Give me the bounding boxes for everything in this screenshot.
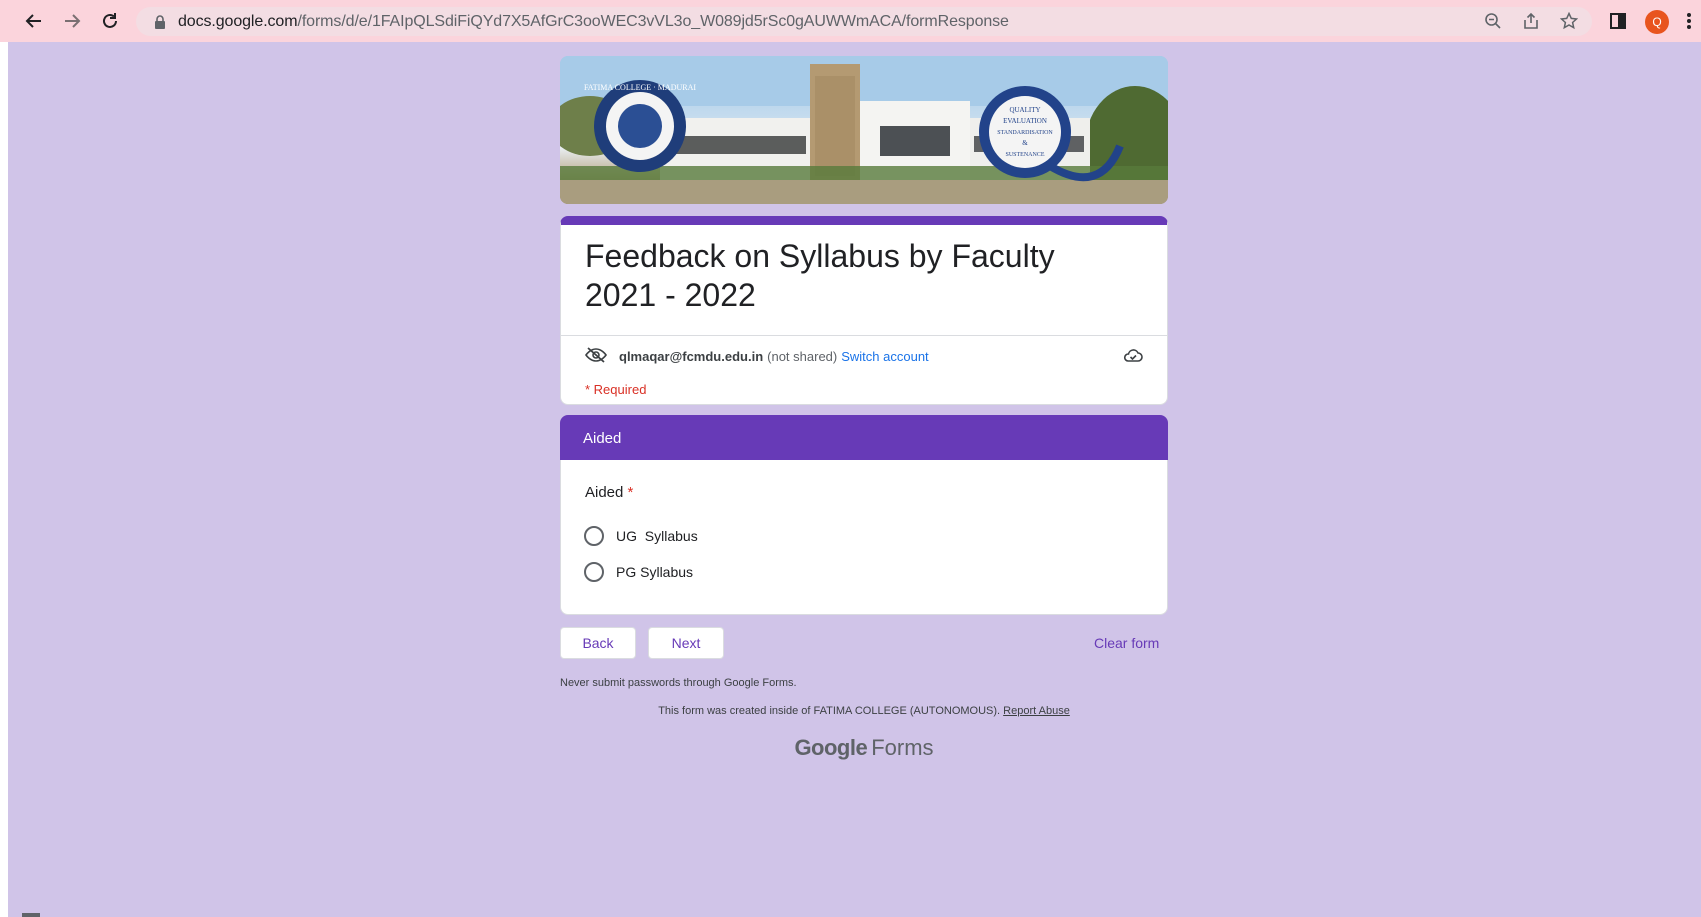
back-arrow-icon[interactable]	[21, 8, 47, 34]
seal-line: QUALITY	[1009, 106, 1040, 114]
created-text: This form was created inside of FATIMA C…	[658, 705, 1001, 717]
share-icon[interactable]	[1520, 10, 1542, 32]
next-button[interactable]: Next	[648, 627, 724, 659]
option-label: UG Syllabus	[616, 528, 698, 544]
report-abuse-link[interactable]: Report Abuse	[1003, 705, 1070, 717]
form-title-card: Feedback on Syllabus by Faculty 2021 - 2…	[560, 216, 1168, 405]
form-header-image: FATIMA COLLEGE · MADURAI QUALITY EVALUAT…	[560, 56, 1168, 204]
zoom-icon[interactable]	[1482, 10, 1504, 32]
google-wordmark: Google	[794, 735, 868, 760]
clear-form-button[interactable]: Clear form	[1094, 635, 1159, 651]
back-button[interactable]: Back	[560, 627, 636, 659]
forward-arrow-icon[interactable]	[59, 8, 85, 34]
radio-button[interactable]	[584, 562, 604, 582]
seal-line: EVALUATION	[1003, 117, 1047, 125]
question-card: Aided * UG Syllabus PG Syllabus	[560, 460, 1168, 615]
radio-option-ug[interactable]: UG Syllabus	[584, 526, 698, 546]
lock-icon[interactable]	[154, 14, 166, 29]
college-building-illustration: FATIMA COLLEGE · MADURAI QUALITY EVALUAT…	[560, 56, 1168, 204]
account-row: qlmaqar@fcmdu.edu.in (not shared) Switch…	[585, 347, 929, 366]
password-warning: Never submit passwords through Google Fo…	[560, 677, 797, 689]
switch-account-link[interactable]: Switch account	[841, 349, 928, 364]
account-email: qlmaqar@fcmdu.edu.in	[619, 349, 764, 364]
seal-line: STANDARDISATION	[997, 130, 1053, 136]
required-star: *	[627, 484, 634, 501]
not-shared-label: (not shared)	[767, 349, 838, 364]
profile-avatar[interactable]: Q	[1645, 10, 1669, 34]
window-edge	[0, 0, 8, 917]
question-label: Aided *	[585, 484, 633, 501]
cloud-save-icon	[1123, 347, 1143, 368]
reload-icon[interactable]	[97, 8, 123, 34]
required-note: * Required	[585, 382, 647, 397]
taskbar-edge	[22, 913, 40, 917]
star-icon[interactable]	[1558, 10, 1580, 32]
not-shared-eye-icon	[585, 347, 607, 366]
forms-wordmark: Forms	[871, 735, 934, 760]
radio-option-pg[interactable]: PG Syllabus	[584, 562, 693, 582]
seal-line: SUSTENANCE	[1005, 152, 1044, 158]
url-text: docs.google.com/forms/d/e/1FAIpQLSdiFiQY…	[178, 12, 1009, 30]
left-seal-text: FATIMA COLLEGE · MADURAI	[584, 83, 696, 92]
side-panel-icon[interactable]	[1605, 8, 1631, 34]
section-header: Aided	[560, 415, 1168, 461]
seal-line: &	[1022, 139, 1028, 147]
more-vert-icon[interactable]	[1682, 8, 1696, 34]
browser-toolbar: docs.google.com/forms/d/e/1FAIpQLSdiFiQY…	[0, 0, 1701, 42]
google-forms-logo[interactable]: Google Forms	[560, 735, 1168, 761]
option-label: PG Syllabus	[616, 564, 694, 580]
question-text: Aided	[585, 484, 624, 501]
form-title: Feedback on Syllabus by Faculty 2021 - 2…	[585, 238, 1055, 313]
address-bar[interactable]: docs.google.com/forms/d/e/1FAIpQLSdiFiQY…	[136, 7, 1592, 36]
divider	[561, 335, 1167, 336]
created-notice: This form was created inside of FATIMA C…	[560, 705, 1168, 717]
radio-button[interactable]	[584, 526, 604, 546]
